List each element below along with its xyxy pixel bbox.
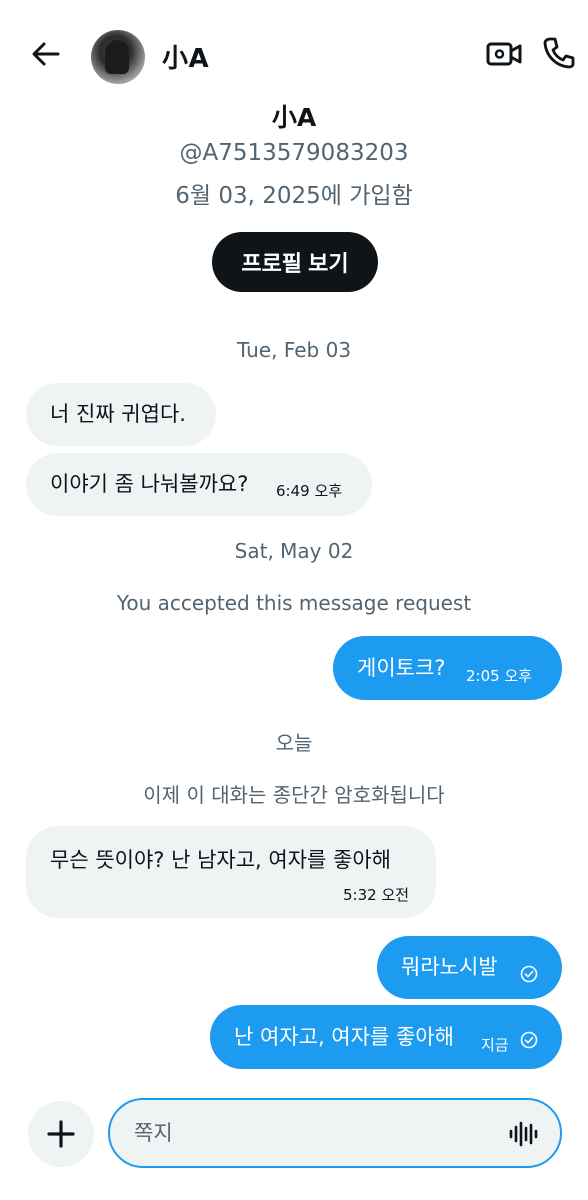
message-text: 게이토크? [357, 656, 446, 680]
check-circle-icon [520, 965, 538, 983]
view-profile-button[interactable]: 프로필 보기 [212, 232, 378, 292]
message-timestamp: 지금 [481, 1036, 509, 1054]
message-bubble-incoming[interactable]: 무슨 뜻이야? 난 남자고, 여자를 좋아해 5:32 오전 [26, 826, 436, 918]
date-separator: 오늘 [275, 731, 313, 755]
message-bubble-outgoing[interactable]: 뭐라노시발 [377, 936, 562, 999]
message-text: 이야기 좀 나눠볼까요? [50, 472, 249, 496]
profile-joined-date: 6월 03, 2025에 가입함 [175, 183, 413, 209]
message-timestamp: 5:32 오전 [343, 886, 410, 904]
back-button[interactable] [22, 30, 70, 78]
message-input[interactable] [134, 1116, 504, 1150]
message-bubble-outgoing[interactable]: 게이토크? 2:05 오후 [333, 636, 562, 700]
check-circle-icon [520, 1031, 538, 1049]
arrow-left-icon [32, 42, 60, 66]
profile-handle: @A7513579083203 [179, 140, 409, 166]
add-attachment-button[interactable] [28, 1101, 94, 1167]
dm-conversation-screen: 小A 小A @A7513579083203 6월 03, 2025에 가입함 프… [0, 0, 588, 1200]
message-timestamp: 6:49 오후 [276, 482, 343, 500]
message-composer [108, 1098, 562, 1168]
message-timestamp: 2:05 오후 [466, 667, 533, 685]
message-text: 난 여자고, 여자를 좋아해 [234, 1025, 454, 1049]
message-bubble-incoming[interactable]: 이야기 좀 나눠볼까요? 6:49 오후 [26, 453, 372, 516]
request-accepted-notice: You accepted this message request [116, 591, 472, 615]
header-username[interactable]: 小A [162, 38, 209, 75]
message-text: 무슨 뜻이야? 난 남자고, 여자를 좋아해 [50, 848, 391, 872]
voice-call-button[interactable] [538, 32, 580, 74]
message-bubble-incoming[interactable]: 너 진짜 귀엽다. [26, 383, 216, 446]
video-camera-icon [486, 42, 522, 66]
phone-icon [543, 37, 575, 69]
voice-wave-icon[interactable] [508, 1120, 538, 1148]
profile-name: 小A [271, 103, 317, 132]
encryption-notice: 이제 이 대화는 종단간 암호화됩니다 [143, 783, 445, 807]
conversation-header: 小A [0, 0, 588, 104]
video-call-button[interactable] [484, 34, 524, 74]
date-separator: Sat, May 02 [234, 539, 354, 563]
message-text: 뭐라노시발 [401, 955, 498, 979]
date-separator: Tue, Feb 03 [236, 338, 352, 362]
message-text: 너 진짜 귀엽다. [50, 402, 186, 426]
message-bubble-outgoing[interactable]: 난 여자고, 여자를 좋아해 지금 [210, 1005, 562, 1069]
plus-icon [47, 1120, 75, 1148]
avatar[interactable] [91, 30, 145, 84]
